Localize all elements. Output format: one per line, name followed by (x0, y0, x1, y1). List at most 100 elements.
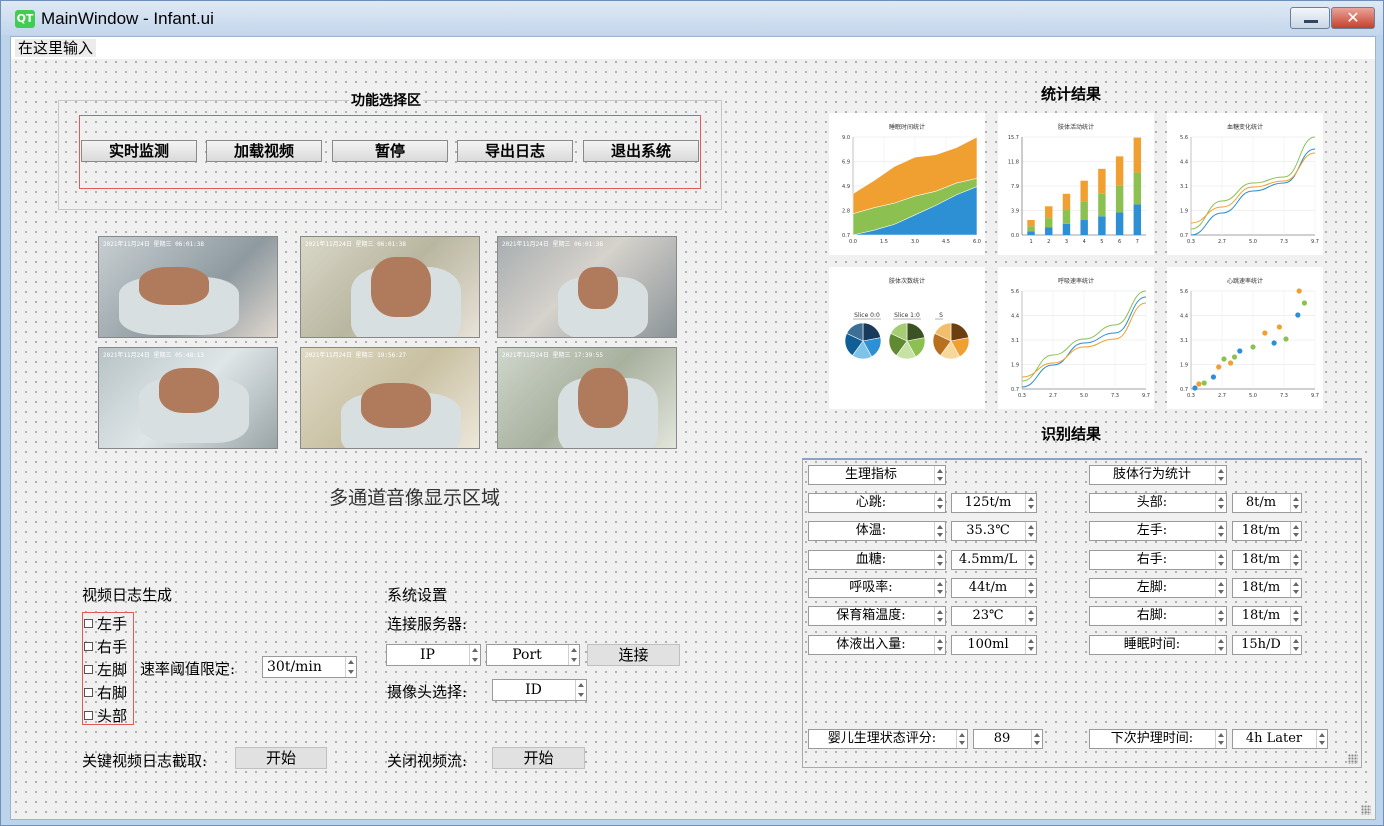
score-label-box[interactable]: 婴儿生理状态评分: (808, 729, 968, 749)
physio-value-0[interactable]: 125t/m (951, 493, 1037, 513)
load-video-button[interactable]: 加载视频 (206, 140, 322, 162)
video-channel-3[interactable]: 2021年11月24日 星期三 06:01:38 (497, 236, 677, 338)
export-log-button[interactable]: 导出日志 (457, 140, 573, 162)
physio-value-5[interactable]: 100ml (951, 634, 1037, 655)
spin-arrows-icon[interactable] (1290, 578, 1301, 597)
limb-label-1[interactable]: 左手: (1089, 521, 1227, 542)
spin-arrows-icon[interactable] (934, 466, 945, 484)
physio-label-1[interactable]: 体温: (808, 521, 946, 542)
minimize-button[interactable] (1290, 7, 1330, 29)
pause-button[interactable]: 暂停 (332, 140, 448, 162)
y-tick-label: 1.9 (1180, 209, 1188, 215)
spin-arrows-icon[interactable] (1025, 635, 1036, 654)
video-area-label: 多通道音像显示区域 (329, 487, 501, 509)
menu-item-input[interactable]: 在这里输入 (15, 39, 97, 57)
connect-button[interactable]: 连接 (587, 644, 680, 666)
checkbox-right-foot[interactable]: 右脚 (84, 682, 127, 703)
spin-arrows-icon[interactable] (1290, 550, 1301, 569)
physio-value-3[interactable]: 44t/m (951, 577, 1037, 598)
camera-id-spinbox[interactable]: ID (492, 679, 587, 701)
exit-system-button[interactable]: 退出系统 (583, 140, 699, 162)
spin-arrows-icon[interactable] (1025, 578, 1036, 597)
spin-arrows-icon[interactable] (956, 730, 967, 748)
spin-arrows-icon[interactable] (1025, 522, 1036, 541)
close-button[interactable]: ✕ (1331, 7, 1375, 29)
realtime-monitor-button[interactable]: 实时监测 (81, 140, 197, 162)
spin-arrows-icon[interactable] (1025, 550, 1036, 569)
physio-value-1[interactable]: 35.3℃ (951, 521, 1037, 542)
limb-value-2[interactable]: 18t/m (1232, 549, 1302, 570)
spin-arrows-icon[interactable] (934, 550, 945, 569)
key-capture-start-button[interactable]: 开始 (235, 747, 327, 769)
limb-label-0[interactable]: 头部: (1089, 493, 1227, 513)
y-tick-label: 2.8 (842, 209, 850, 215)
physio-label-2[interactable]: 血糖: (808, 549, 946, 570)
limb-value-4[interactable]: 18t/m (1232, 606, 1302, 627)
limb-label-3[interactable]: 左脚: (1089, 577, 1227, 598)
physio-label-5[interactable]: 体液出入量: (808, 634, 946, 655)
physio-header-box[interactable]: 生理指标 (808, 465, 946, 485)
recognition-title: 识别结果 (1041, 425, 1102, 443)
limb-label-5[interactable]: 睡眠时间: (1089, 634, 1227, 655)
spin-arrows-icon[interactable] (1316, 730, 1327, 748)
spin-arrows-icon[interactable] (1215, 607, 1226, 626)
spin-arrows-icon[interactable] (1215, 522, 1226, 541)
spin-arrows-icon[interactable] (1025, 607, 1036, 626)
spin-arrows-icon[interactable] (934, 494, 945, 512)
physio-value-2[interactable]: 4.5mm/L (951, 549, 1037, 570)
physio-label-4[interactable]: 保育箱温度: (808, 606, 946, 627)
checkbox-head[interactable]: 头部 (84, 705, 127, 726)
limb-value-5[interactable]: 15h/D (1232, 634, 1302, 655)
spin-arrows-icon[interactable] (568, 645, 579, 665)
spin-arrows-icon[interactable] (934, 578, 945, 597)
rate-threshold-spinbox[interactable]: 30t/min (262, 656, 357, 678)
spin-arrows-icon[interactable] (1215, 578, 1226, 597)
limb-header-box[interactable]: 肢体行为统计 (1089, 465, 1227, 485)
limb-value-1[interactable]: 18t/m (1232, 521, 1302, 542)
spin-arrows-icon[interactable] (1215, 635, 1226, 654)
spin-arrows-icon[interactable] (1215, 494, 1226, 512)
spin-arrows-icon[interactable] (1215, 466, 1226, 484)
spin-arrows-icon[interactable] (1290, 494, 1301, 512)
resize-grip-icon[interactable] (1348, 754, 1358, 764)
chart-svg-5: 心跳速率统计0.71.93.14.45.60.3 2.7 5.0 7.3 9.7 (1180, 277, 1319, 399)
limb-label-2[interactable]: 右手: (1089, 549, 1227, 570)
physio-value-4[interactable]: 23℃ (951, 606, 1037, 627)
physio-label-0[interactable]: 心跳: (808, 493, 946, 513)
video-channel-6[interactable]: 2021年11月24日 星期三 17:39:55 (497, 347, 677, 449)
spin-arrows-icon[interactable] (1290, 607, 1301, 626)
spin-arrows-icon[interactable] (575, 680, 586, 700)
checkbox-left-foot[interactable]: 左脚 (84, 659, 127, 680)
x-tick-label: 2.7 (1218, 239, 1226, 245)
spin-arrows-icon[interactable] (345, 657, 356, 677)
video-channel-5[interactable]: 2021年11月24日 星期三 19:56:27 (300, 347, 480, 449)
spin-arrows-icon[interactable] (934, 607, 945, 626)
score-value-box[interactable]: 89 (973, 729, 1043, 749)
limb-value-0[interactable]: 8t/m (1232, 493, 1302, 513)
physio-label-3[interactable]: 呼吸率: (808, 577, 946, 598)
spin-arrows-icon[interactable] (1215, 550, 1226, 569)
ip-spinbox[interactable]: IP (386, 644, 481, 666)
title-bar[interactable]: QT MainWindow - Infant.ui ✕ (1, 1, 1383, 35)
spin-arrows-icon[interactable] (1290, 522, 1301, 541)
spin-arrows-icon[interactable] (1031, 730, 1042, 748)
next-care-label-box[interactable]: 下次护理时间: (1089, 729, 1227, 749)
spin-arrows-icon[interactable] (1290, 635, 1301, 654)
spin-arrows-icon[interactable] (1215, 730, 1226, 748)
checkbox-left-hand[interactable]: 左手 (84, 613, 127, 634)
limb-label-4[interactable]: 右脚: (1089, 606, 1227, 627)
y-tick-label: 4.4 (1011, 314, 1019, 320)
spin-arrows-icon[interactable] (1025, 494, 1036, 512)
video-channel-4[interactable]: 2021年11月24日 星期三 05:48:13 (98, 347, 278, 449)
video-channel-2[interactable]: 2021年11月24日 星期三 06:01:38 (300, 236, 480, 338)
limb-value-3[interactable]: 18t/m (1232, 577, 1302, 598)
window-size-grip-icon[interactable] (1361, 805, 1371, 815)
spin-arrows-icon[interactable] (934, 522, 945, 541)
close-stream-start-button[interactable]: 开始 (492, 747, 585, 769)
spin-arrows-icon[interactable] (469, 645, 480, 665)
video-channel-1[interactable]: 2021年11月24日 星期三 06:01:38 (98, 236, 278, 338)
spin-arrows-icon[interactable] (934, 635, 945, 654)
checkbox-right-hand[interactable]: 右手 (84, 636, 127, 657)
port-spinbox[interactable]: Port (486, 644, 580, 666)
next-care-value-box[interactable]: 4h Later (1232, 729, 1328, 749)
